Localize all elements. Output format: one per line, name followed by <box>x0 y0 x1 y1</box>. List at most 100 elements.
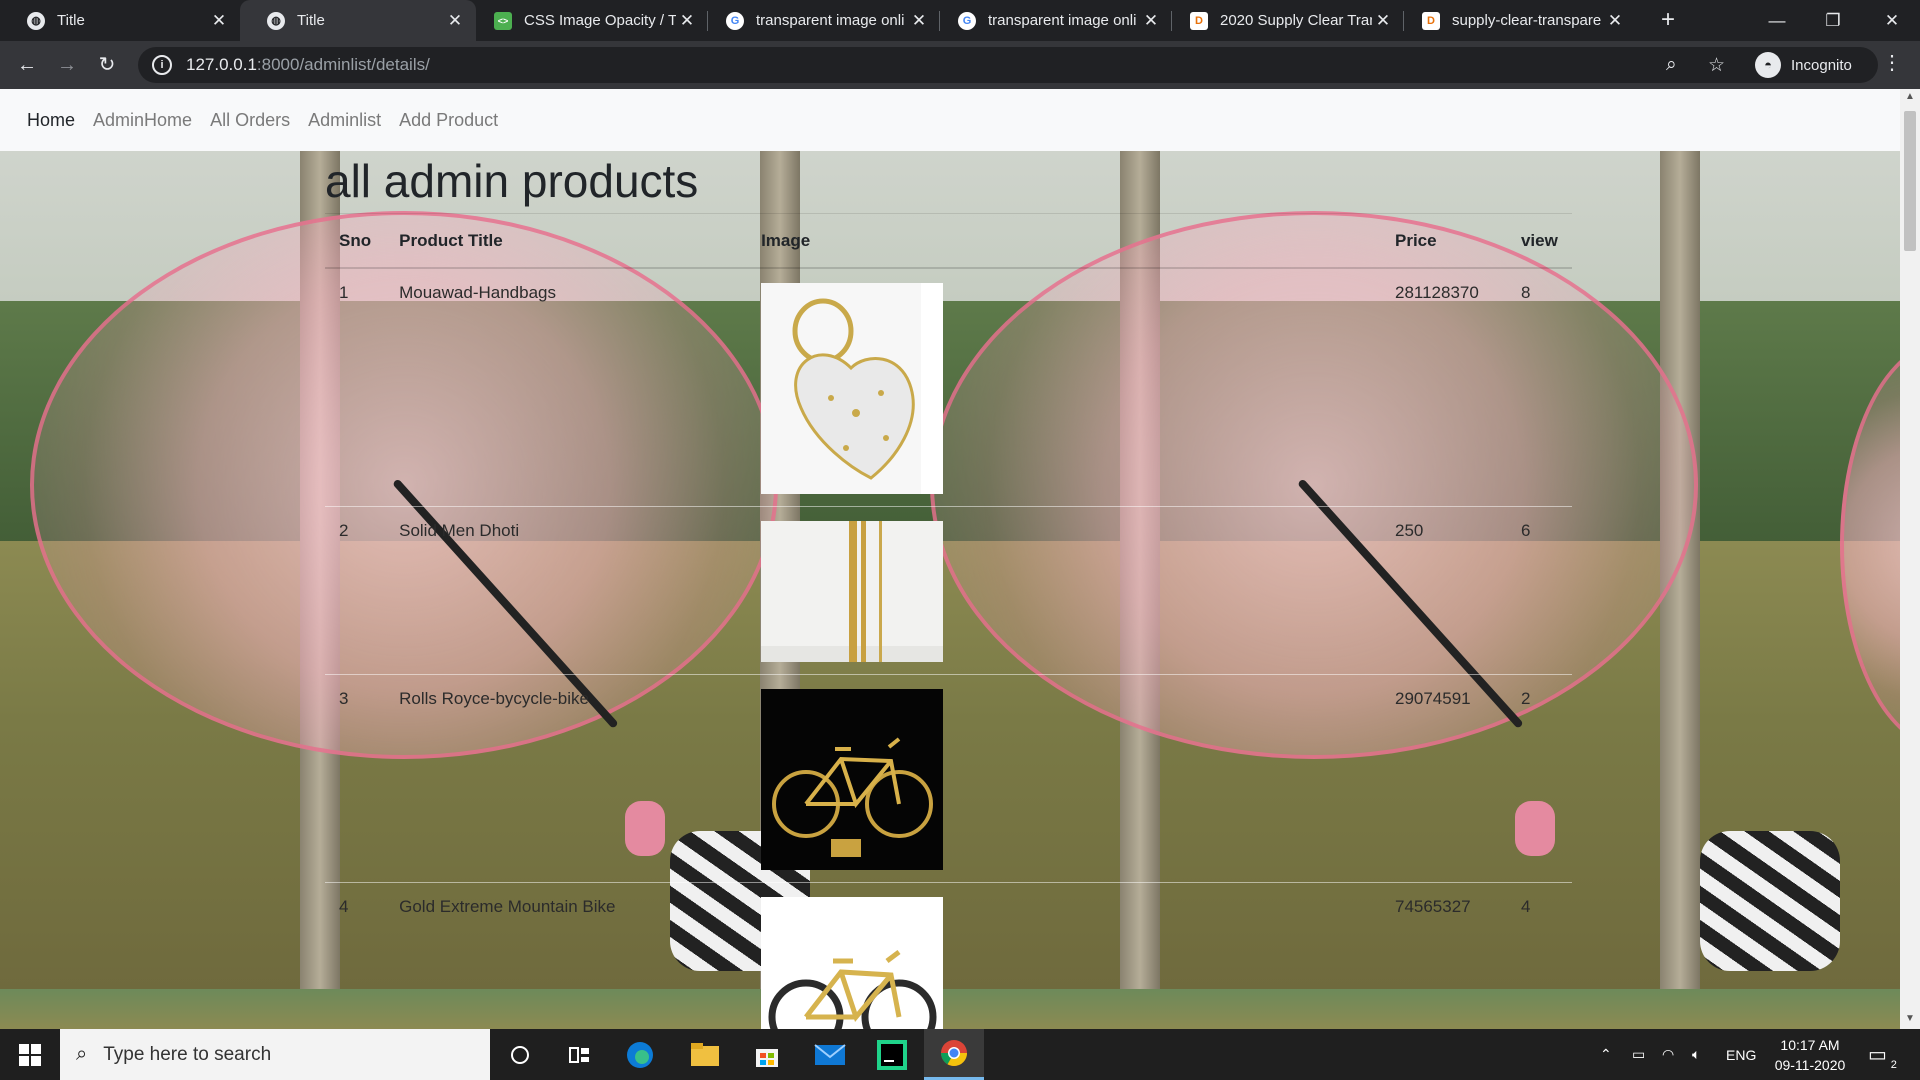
minimize-button[interactable]: — <box>1749 0 1805 41</box>
globe-icon: ◍ <box>267 11 285 30</box>
tab-label: CSS Image Opacity / Tr <box>524 12 676 29</box>
nav-add-product-link[interactable]: Add Product <box>399 110 498 131</box>
address-bar[interactable]: i 127.0.0.1:8000/adminlist/details/ ⌕ ☆ <box>138 47 1878 83</box>
css-site-icon: <> <box>494 11 512 30</box>
clock-time: 10:17 AM <box>1780 1037 1840 1053</box>
heart-handbag-image <box>761 283 944 494</box>
row-sno: 1 <box>325 268 386 507</box>
row-price: 29074591 <box>1380 674 1507 883</box>
close-icon[interactable]: ✕ <box>444 11 466 31</box>
row-title: Solid Men Dhoti <box>385 506 748 675</box>
pycharm-icon[interactable] <box>862 1029 922 1080</box>
browser-toolbar: ← → ↻ i 127.0.0.1:8000/adminlist/details… <box>0 41 1920 89</box>
site-navbar: Home AdminHome All Orders Adminlist Add … <box>0 89 1900 151</box>
notification-count: 2 <box>1890 1059 1897 1071</box>
tab-1[interactable]: ◍ Title ✕ <box>240 0 476 41</box>
forward-button[interactable]: → <box>51 49 83 81</box>
close-icon[interactable]: ✕ <box>1372 11 1394 31</box>
chrome-icon[interactable] <box>924 1029 984 1080</box>
cortana-icon[interactable] <box>490 1029 550 1080</box>
tab-4[interactable]: G transparent image onli ✕ <box>940 0 1172 41</box>
row-price: 250 <box>1380 506 1507 675</box>
windows-taskbar: ⌕ Type here to search ⌃ ▭ ◠ 🔈︎ ENG 10:17… <box>0 1029 1920 1080</box>
new-tab-button[interactable]: + <box>1655 8 1681 34</box>
task-view-icon[interactable] <box>550 1029 610 1080</box>
wifi-icon[interactable]: ◠ <box>1662 1029 1674 1080</box>
incognito-profile[interactable]: ◓ Incognito <box>1755 47 1852 83</box>
nav-all-orders-link[interactable]: All Orders <box>210 110 290 131</box>
scroll-down-arrow-icon[interactable]: ▼ <box>1900 1013 1920 1024</box>
tab-label: transparent image onli <box>756 12 905 29</box>
zoom-icon[interactable]: ⌕ <box>1666 47 1677 83</box>
close-icon[interactable]: ✕ <box>1604 11 1626 31</box>
edge-icon[interactable] <box>610 1029 670 1080</box>
show-hidden-icons-icon[interactable]: ⌃ <box>1600 1029 1612 1080</box>
tab-strip: ◍ Title ✕ ◍ Title ✕ <> CSS Image Opacity… <box>0 0 1920 41</box>
row-view: 2 <box>1506 674 1572 883</box>
nav-adminhome-link[interactable]: AdminHome <box>93 110 192 131</box>
nav-home-link[interactable]: Home <box>27 110 75 131</box>
reload-button[interactable]: ↻ <box>91 49 123 81</box>
tab-5[interactable]: D 2020 Supply Clear Tran ✕ <box>1172 0 1404 41</box>
start-button[interactable] <box>0 1029 60 1080</box>
table-row: 2 Solid Men Dhoti 250 6 <box>325 506 1572 675</box>
battery-icon[interactable]: ▭ <box>1632 1029 1645 1080</box>
language-indicator[interactable]: ENG <box>1726 1029 1756 1080</box>
tab-label: Title <box>297 12 325 29</box>
column-header-image: Image <box>747 214 1381 269</box>
products-section: all admin products Sno Product Title Ima… <box>325 151 1572 1029</box>
tab-0[interactable]: ◍ Title ✕ <box>0 0 240 41</box>
scrollbar-thumb[interactable] <box>1904 111 1916 251</box>
browser-menu-icon[interactable]: ⋮ <box>1882 50 1902 75</box>
store-icon[interactable] <box>737 1029 797 1080</box>
row-title: Mouawad-Handbags <box>385 268 748 507</box>
site-info-icon[interactable]: i <box>152 55 172 75</box>
close-window-button[interactable]: ✕ <box>1864 0 1920 41</box>
google-icon: G <box>726 11 744 30</box>
notification-center-icon[interactable]: ▭ 2 <box>1868 1029 1897 1080</box>
nav-adminlist-link[interactable]: Adminlist <box>308 110 381 131</box>
search-placeholder: Type here to search <box>103 1043 272 1065</box>
google-icon: G <box>958 11 976 30</box>
search-icon: ⌕ <box>76 1043 88 1065</box>
close-icon[interactable]: ✕ <box>908 11 930 31</box>
tab-label: supply-clear-transpare <box>1452 12 1602 29</box>
row-view: 8 <box>1506 268 1572 507</box>
white-dhoti-image <box>761 521 944 662</box>
globe-icon: ◍ <box>27 11 45 30</box>
url-path: :8000/adminlist/details/ <box>256 55 430 74</box>
back-button[interactable]: ← <box>11 49 43 81</box>
taskbar-search-box[interactable]: ⌕ Type here to search <box>60 1029 490 1080</box>
row-sno: 4 <box>325 882 386 1029</box>
tab-2[interactable]: <> CSS Image Opacity / Tr ✕ <box>476 0 708 41</box>
row-image-cell <box>747 674 1381 883</box>
scroll-up-arrow-icon[interactable]: ▲ <box>1900 91 1920 102</box>
page-scrollbar[interactable]: ▲ ▼ <box>1900 89 1920 1029</box>
taskbar-clock[interactable]: 10:17 AM 09-11-2020 <box>1760 1035 1860 1075</box>
tab-6[interactable]: D supply-clear-transpare ✕ <box>1404 0 1636 41</box>
d-site-icon: D <box>1422 11 1440 30</box>
close-icon[interactable]: ✕ <box>1140 11 1162 31</box>
close-icon[interactable]: ✕ <box>676 11 698 31</box>
table-header-row: Sno Product Title Image Price view <box>325 214 1572 269</box>
gold-bicycle-image <box>761 689 944 870</box>
row-sno: 2 <box>325 506 386 675</box>
row-image-cell <box>747 506 1381 675</box>
file-explorer-icon[interactable] <box>675 1029 735 1080</box>
tab-3[interactable]: G transparent image onli ✕ <box>708 0 940 41</box>
column-header-view: view <box>1506 214 1572 269</box>
restore-button[interactable]: ❐ <box>1805 0 1861 41</box>
row-title: Gold Extreme Mountain Bike <box>385 882 748 1029</box>
gold-mountain-bike-image <box>761 897 944 1029</box>
row-image-cell <box>747 882 1381 1029</box>
column-header-title: Product Title <box>385 214 748 269</box>
row-image-cell <box>747 268 1381 507</box>
volume-icon[interactable]: 🔈︎ <box>1692 1029 1700 1080</box>
d-site-icon: D <box>1190 11 1208 30</box>
close-icon[interactable]: ✕ <box>208 11 230 31</box>
mail-icon[interactable] <box>800 1029 860 1080</box>
tab-label: transparent image onli <box>988 12 1137 29</box>
table-row: 1 Mouawad-Handbags 281128370 8 <box>325 268 1572 507</box>
bookmark-star-icon[interactable]: ☆ <box>1708 47 1725 83</box>
clock-date: 09-11-2020 <box>1774 1057 1846 1073</box>
